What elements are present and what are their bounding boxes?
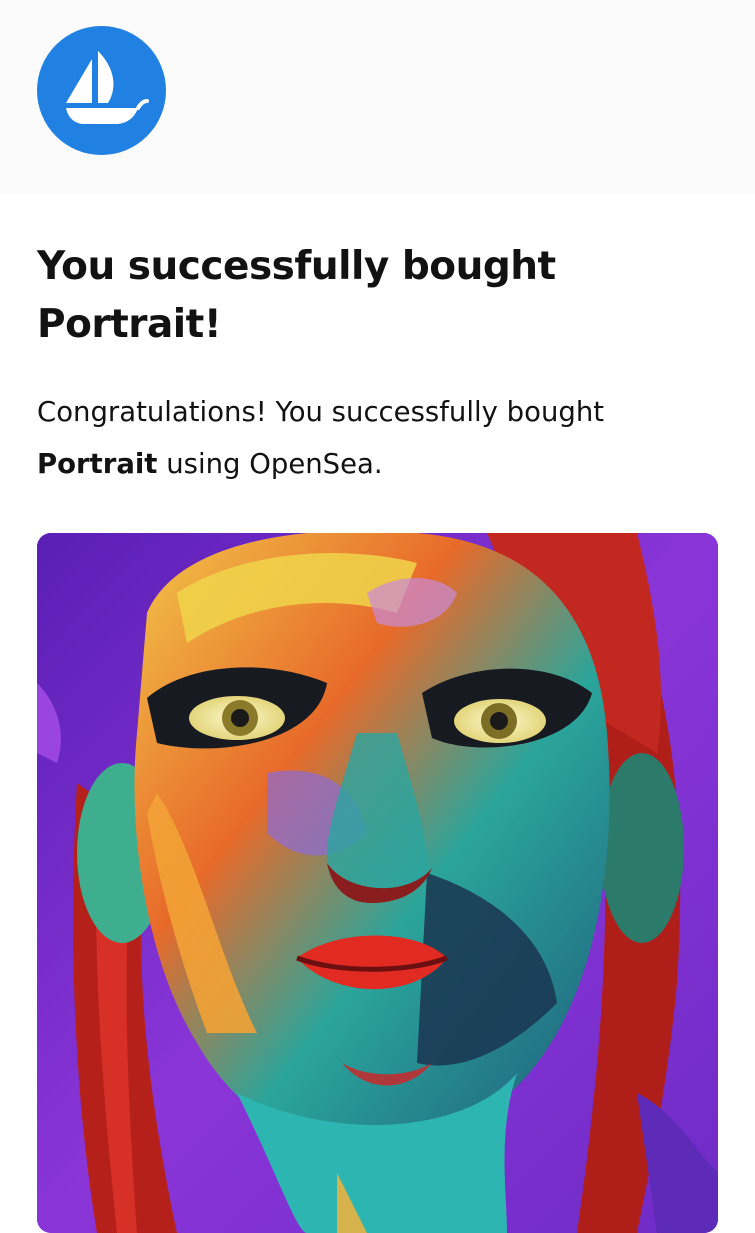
nft-artwork-image[interactable] bbox=[37, 533, 718, 1233]
success-message: Congratulations! You successfully bought… bbox=[37, 386, 727, 490]
title-prefix: You successfully bought bbox=[37, 244, 556, 289]
opensea-logo-icon[interactable] bbox=[37, 26, 166, 155]
title-suffix: ! bbox=[203, 302, 222, 347]
page-title: You successfully bought Portrait! bbox=[37, 238, 717, 354]
message-prefix: Congratulations! You successfully bought bbox=[37, 396, 605, 428]
message-item-name: Portrait bbox=[37, 448, 158, 480]
message-suffix: using OpenSea. bbox=[166, 448, 383, 480]
portrait-painting-icon bbox=[37, 533, 718, 1233]
header bbox=[0, 0, 755, 194]
title-item-name: Portrait bbox=[37, 302, 204, 347]
